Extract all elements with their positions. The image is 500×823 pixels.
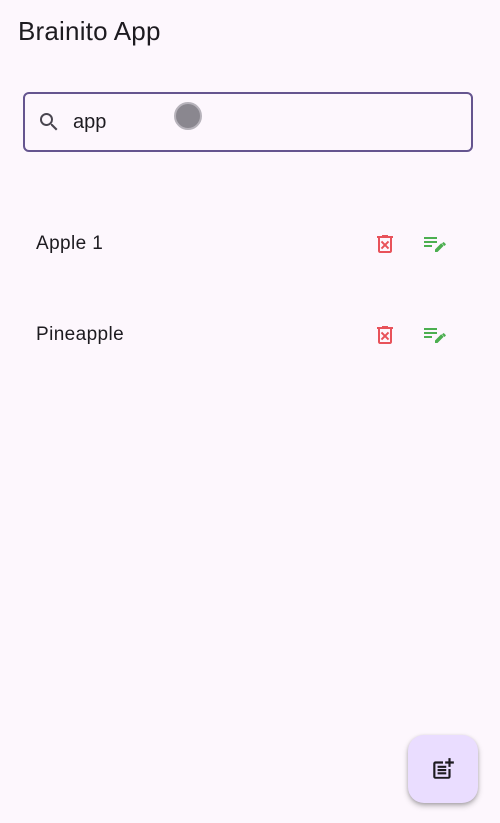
search-input[interactable] [73, 108, 453, 136]
add-note-button[interactable] [408, 735, 478, 803]
app-bar: Brainito App [0, 0, 500, 64]
edit-note-icon [424, 328, 446, 343]
delete-forever-icon [377, 326, 393, 344]
touch-indicator [174, 102, 202, 130]
search-field[interactable] [23, 92, 473, 152]
list-item[interactable]: Pineapple [0, 289, 500, 380]
app-title: Brainito App [18, 16, 161, 46]
edit-note-icon [424, 237, 446, 252]
edit-button[interactable] [411, 220, 459, 268]
search-icon [37, 110, 61, 134]
post-add-icon [433, 758, 454, 779]
item-label: Apple 1 [36, 233, 104, 254]
item-list: Apple 1 Pineapple [0, 198, 500, 380]
edit-button[interactable] [411, 311, 459, 359]
delete-forever-icon [377, 235, 393, 253]
list-item[interactable]: Apple 1 [0, 198, 500, 289]
delete-button[interactable] [361, 311, 409, 359]
item-label: Pineapple [36, 324, 125, 345]
delete-button[interactable] [361, 220, 409, 268]
